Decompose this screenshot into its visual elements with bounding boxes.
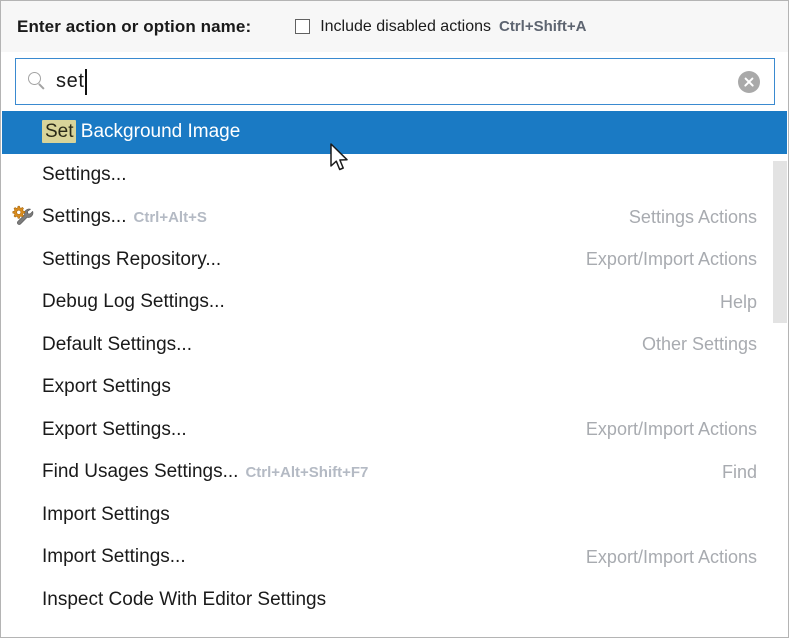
result-row-group: Settings Actions [628, 206, 757, 227]
search-field[interactable]: set [15, 58, 775, 105]
result-row-main: Debug Log Settings... [42, 291, 225, 313]
result-row-label: Debug Log Settings... [42, 291, 225, 313]
search-input[interactable]: set [56, 70, 84, 93]
row-icon-empty [10, 545, 40, 569]
scrollbar-track[interactable] [767, 111, 787, 636]
row-icon-empty [10, 375, 40, 399]
result-row-label: Export Settings [42, 376, 171, 398]
goto-action-popup: Enter action or option name: Include dis… [0, 0, 789, 638]
result-row-label: Settings... [42, 206, 127, 228]
result-row-group: Find [721, 461, 757, 482]
result-row[interactable]: Settings... Ctrl+Alt+S Settings Actions [2, 196, 787, 239]
result-row[interactable]: Inspect Code With Editor Settings [2, 579, 787, 622]
match-highlight: Set [42, 120, 76, 144]
result-row-label-text: Export Settings [42, 376, 171, 398]
result-row[interactable]: Export Settings... Export/Import Actions [2, 409, 787, 452]
result-row-main: Inspect Code With Editor Settings [42, 589, 326, 611]
result-row[interactable]: Set Background Image [2, 111, 787, 154]
row-icon-empty [10, 503, 40, 527]
result-row-label-text: Settings... [42, 163, 127, 185]
row-icon-empty [10, 248, 40, 272]
result-row-group: Other Settings [641, 334, 757, 355]
clear-icon[interactable] [738, 70, 760, 93]
result-row-label: Import Settings [42, 504, 170, 526]
result-row[interactable]: Import Settings... Export/Import Actions [2, 536, 787, 579]
search-icon [28, 72, 47, 91]
result-row-main: Settings... Ctrl+Alt+S [42, 206, 207, 228]
result-row-label: Import Settings... [42, 546, 186, 568]
result-row-label: Export Settings... [42, 419, 187, 441]
result-row-group: Help [719, 291, 757, 312]
result-row-label-text: Settings... [42, 206, 127, 228]
result-row-label-text: Background Image [75, 121, 241, 143]
row-icon-empty [10, 460, 40, 484]
result-row[interactable]: Settings Repository... Export/Import Acti… [2, 239, 787, 282]
include-disabled-actions-shortcut: Ctrl+Shift+A [498, 18, 587, 35]
result-row[interactable]: Debug Log Settings... Help [2, 281, 787, 324]
result-row-label: Inspect Code With Editor Settings [42, 589, 326, 611]
page-title: Enter action or option name: [17, 16, 252, 36]
result-row-group: Export/Import Actions [585, 546, 757, 567]
include-disabled-actions-label: Include disabled actions [320, 17, 491, 35]
result-row-label: Find Usages Settings... [42, 461, 238, 483]
result-row-shortcut: Ctrl+Alt+S [133, 209, 207, 227]
row-icon-empty [10, 418, 40, 442]
result-row-label-text: Default Settings... [42, 333, 192, 355]
result-row-label: Set Background Image [42, 120, 241, 144]
result-row-label: Default Settings... [42, 334, 192, 356]
result-row-label-text: Import Settings [42, 503, 170, 525]
result-row-label: Settings Repository... [42, 249, 221, 271]
popup-header: Enter action or option name: Include dis… [1, 1, 788, 52]
result-row-main: Settings Repository... [42, 249, 221, 271]
scrollbar-thumb[interactable] [773, 161, 787, 323]
result-row[interactable]: Settings... [2, 154, 787, 197]
result-row-label-text: Inspect Code With Editor Settings [42, 588, 327, 610]
result-row-label-text: Settings Repository... [42, 248, 222, 270]
results-list[interactable]: Set Background Image Settings... Settings… [2, 111, 787, 636]
result-row[interactable]: Import Settings [2, 494, 787, 537]
gear-wrench-icon [10, 205, 40, 229]
result-row-label-text: Export Settings... [42, 418, 187, 440]
result-row-label-text: Import Settings... [42, 546, 186, 568]
result-row-main: Export Settings... [42, 419, 187, 441]
row-icon-empty [10, 163, 40, 187]
result-row-main: Import Settings... [42, 546, 186, 568]
row-icon-empty [10, 333, 40, 357]
result-row-main: Find Usages Settings... Ctrl+Alt+Shift+F7 [42, 461, 368, 483]
result-row-main: Default Settings... [42, 334, 192, 356]
result-row[interactable]: Export Settings [2, 366, 787, 409]
result-row-main: Import Settings [42, 504, 170, 526]
text-caret [85, 68, 88, 95]
result-row-main: Settings... [42, 164, 127, 186]
result-row[interactable]: Default Settings... Other Settings [2, 324, 787, 367]
row-icon-empty [10, 120, 40, 144]
result-row-label: Settings... [42, 164, 127, 186]
result-row-shortcut: Ctrl+Alt+Shift+F7 [245, 464, 369, 482]
result-row-main: Set Background Image [42, 120, 241, 144]
include-disabled-actions-control[interactable]: Include disabled actions Ctrl+Shift+A [295, 17, 587, 36]
result-row[interactable]: Find Usages Settings... Ctrl+Alt+Shift+F7… [2, 451, 787, 494]
row-icon-empty [10, 588, 40, 612]
include-disabled-actions-checkbox[interactable] [295, 19, 311, 34]
result-row-label-text: Debug Log Settings... [42, 291, 225, 313]
result-row-group: Export/Import Actions [585, 419, 757, 440]
result-row-main: Export Settings [42, 376, 171, 398]
result-row-group: Export/Import Actions [585, 249, 757, 270]
result-row-label-text: Find Usages Settings... [42, 461, 239, 483]
row-icon-empty [10, 290, 40, 314]
